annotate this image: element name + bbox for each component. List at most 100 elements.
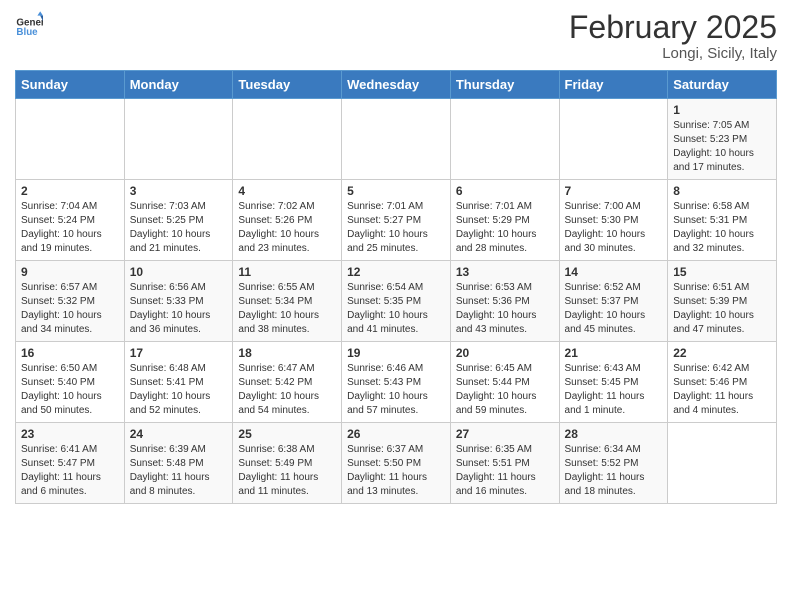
calendar-cell: 13 Sunrise: 6:53 AM Sunset: 5:36 PM Dayli… (450, 261, 559, 342)
calendar-week-3: 9 Sunrise: 6:57 AM Sunset: 5:32 PM Daylig… (16, 261, 777, 342)
calendar-cell: 14 Sunrise: 6:52 AM Sunset: 5:37 PM Dayli… (559, 261, 668, 342)
calendar-cell: 4 Sunrise: 7:02 AM Sunset: 5:26 PM Daylig… (233, 180, 342, 261)
calendar-cell: 15 Sunrise: 6:51 AM Sunset: 5:39 PM Dayli… (668, 261, 777, 342)
day-number: 5 (347, 184, 445, 198)
calendar-week-5: 23 Sunrise: 6:41 AM Sunset: 5:47 PM Dayli… (16, 423, 777, 504)
day-info: Sunrise: 7:04 AM Sunset: 5:24 PM Dayligh… (21, 200, 119, 256)
day-info: Sunrise: 6:53 AM Sunset: 5:36 PM Dayligh… (456, 281, 554, 337)
day-info: Sunrise: 6:35 AM Sunset: 5:51 PM Dayligh… (456, 443, 554, 499)
calendar-table: Sunday Monday Tuesday Wednesday Thursday… (15, 70, 777, 504)
day-number: 26 (347, 427, 445, 441)
calendar-week-4: 16Sunrise: 6:50 AM Sunset: 5:40 PM Dayli… (16, 342, 777, 423)
day-number: 25 (238, 427, 336, 441)
day-number: 27 (456, 427, 554, 441)
day-info: Sunrise: 6:45 AM Sunset: 5:44 PM Dayligh… (456, 362, 554, 418)
header-monday: Monday (124, 71, 233, 99)
day-number: 28 (565, 427, 663, 441)
day-number: 20 (456, 346, 554, 360)
logo-icon: General Blue (15, 10, 43, 38)
title-block: February 2025 Longi, Sicily, Italy (569, 10, 777, 62)
calendar-cell (16, 99, 125, 180)
day-info: Sunrise: 6:47 AM Sunset: 5:42 PM Dayligh… (238, 362, 336, 418)
calendar-cell: 6 Sunrise: 7:01 AM Sunset: 5:29 PM Daylig… (450, 180, 559, 261)
day-number: 15 (673, 265, 771, 279)
day-number: 4 (238, 184, 336, 198)
day-info: Sunrise: 6:57 AM Sunset: 5:32 PM Dayligh… (21, 281, 119, 337)
calendar-cell (450, 99, 559, 180)
day-info: Sunrise: 6:41 AM Sunset: 5:47 PM Dayligh… (21, 443, 119, 499)
calendar-cell: 28 Sunrise: 6:34 AM Sunset: 5:52 PM Dayli… (559, 423, 668, 504)
page-container: General Blue February 2025 Longi, Sicily… (0, 0, 792, 514)
calendar-cell: 23 Sunrise: 6:41 AM Sunset: 5:47 PM Dayli… (16, 423, 125, 504)
calendar-cell (233, 99, 342, 180)
calendar-cell: 17Sunrise: 6:48 AM Sunset: 5:41 PM Dayli… (124, 342, 233, 423)
day-info: Sunrise: 6:52 AM Sunset: 5:37 PM Dayligh… (565, 281, 663, 337)
day-number: 6 (456, 184, 554, 198)
calendar-cell (559, 99, 668, 180)
calendar-cell: 21Sunrise: 6:43 AM Sunset: 5:45 PM Dayli… (559, 342, 668, 423)
calendar-cell: 26 Sunrise: 6:37 AM Sunset: 5:50 PM Dayli… (342, 423, 451, 504)
day-info: Sunrise: 6:51 AM Sunset: 5:39 PM Dayligh… (673, 281, 771, 337)
day-info: Sunrise: 6:46 AM Sunset: 5:43 PM Dayligh… (347, 362, 445, 418)
day-number: 10 (130, 265, 228, 279)
calendar-cell: 1Sunrise: 7:05 AM Sunset: 5:23 PM Daylig… (668, 99, 777, 180)
day-info: Sunrise: 6:58 AM Sunset: 5:31 PM Dayligh… (673, 200, 771, 256)
calendar-cell: 2 Sunrise: 7:04 AM Sunset: 5:24 PM Daylig… (16, 180, 125, 261)
day-info: Sunrise: 6:54 AM Sunset: 5:35 PM Dayligh… (347, 281, 445, 337)
calendar-cell: 25 Sunrise: 6:38 AM Sunset: 5:49 PM Dayli… (233, 423, 342, 504)
day-info: Sunrise: 7:01 AM Sunset: 5:29 PM Dayligh… (456, 200, 554, 256)
header-wednesday: Wednesday (342, 71, 451, 99)
calendar-cell: 27 Sunrise: 6:35 AM Sunset: 5:51 PM Dayli… (450, 423, 559, 504)
day-info: Sunrise: 6:34 AM Sunset: 5:52 PM Dayligh… (565, 443, 663, 499)
day-info: Sunrise: 6:42 AM Sunset: 5:46 PM Dayligh… (673, 362, 771, 418)
calendar-cell (124, 99, 233, 180)
day-number: 8 (673, 184, 771, 198)
calendar-cell: 18 Sunrise: 6:47 AM Sunset: 5:42 PM Dayli… (233, 342, 342, 423)
day-number: 11 (238, 265, 336, 279)
day-number: 18 (238, 346, 336, 360)
day-info: Sunrise: 7:02 AM Sunset: 5:26 PM Dayligh… (238, 200, 336, 256)
day-info: Sunrise: 6:56 AM Sunset: 5:33 PM Dayligh… (130, 281, 228, 337)
calendar-cell: 12 Sunrise: 6:54 AM Sunset: 5:35 PM Dayli… (342, 261, 451, 342)
header-sunday: Sunday (16, 71, 125, 99)
day-number: 3 (130, 184, 228, 198)
day-info: Sunrise: 6:37 AM Sunset: 5:50 PM Dayligh… (347, 443, 445, 499)
day-info: Sunrise: 6:50 AM Sunset: 5:40 PM Dayligh… (21, 362, 119, 418)
logo: General Blue (15, 10, 43, 38)
calendar-cell: 8 Sunrise: 6:58 AM Sunset: 5:31 PM Daylig… (668, 180, 777, 261)
calendar-cell (342, 99, 451, 180)
day-info: Sunrise: 6:38 AM Sunset: 5:49 PM Dayligh… (238, 443, 336, 499)
day-number: 7 (565, 184, 663, 198)
day-info: Sunrise: 6:55 AM Sunset: 5:34 PM Dayligh… (238, 281, 336, 337)
day-number: 17 (130, 346, 228, 360)
header-thursday: Thursday (450, 71, 559, 99)
day-number: 2 (21, 184, 119, 198)
day-number: 12 (347, 265, 445, 279)
calendar-cell: 5Sunrise: 7:01 AM Sunset: 5:27 PM Daylig… (342, 180, 451, 261)
calendar-title: February 2025 (569, 10, 777, 45)
calendar-cell: 9 Sunrise: 6:57 AM Sunset: 5:32 PM Daylig… (16, 261, 125, 342)
day-number: 23 (21, 427, 119, 441)
day-number: 9 (21, 265, 119, 279)
header: General Blue February 2025 Longi, Sicily… (15, 10, 777, 62)
day-number: 24 (130, 427, 228, 441)
day-number: 22 (673, 346, 771, 360)
calendar-cell: 19Sunrise: 6:46 AM Sunset: 5:43 PM Dayli… (342, 342, 451, 423)
day-number: 14 (565, 265, 663, 279)
svg-text:Blue: Blue (16, 27, 38, 38)
calendar-week-2: 2 Sunrise: 7:04 AM Sunset: 5:24 PM Daylig… (16, 180, 777, 261)
header-tuesday: Tuesday (233, 71, 342, 99)
calendar-week-1: 1Sunrise: 7:05 AM Sunset: 5:23 PM Daylig… (16, 99, 777, 180)
day-number: 1 (673, 103, 771, 117)
calendar-cell: 10 Sunrise: 6:56 AM Sunset: 5:33 PM Dayli… (124, 261, 233, 342)
calendar-cell: 22 Sunrise: 6:42 AM Sunset: 5:46 PM Dayli… (668, 342, 777, 423)
day-info: Sunrise: 7:00 AM Sunset: 5:30 PM Dayligh… (565, 200, 663, 256)
day-number: 21 (565, 346, 663, 360)
calendar-subtitle: Longi, Sicily, Italy (569, 45, 777, 62)
day-info: Sunrise: 7:03 AM Sunset: 5:25 PM Dayligh… (130, 200, 228, 256)
weekday-header-row: Sunday Monday Tuesday Wednesday Thursday… (16, 71, 777, 99)
day-number: 13 (456, 265, 554, 279)
calendar-cell: 7 Sunrise: 7:00 AM Sunset: 5:30 PM Daylig… (559, 180, 668, 261)
calendar-cell (668, 423, 777, 504)
calendar-cell: 16Sunrise: 6:50 AM Sunset: 5:40 PM Dayli… (16, 342, 125, 423)
